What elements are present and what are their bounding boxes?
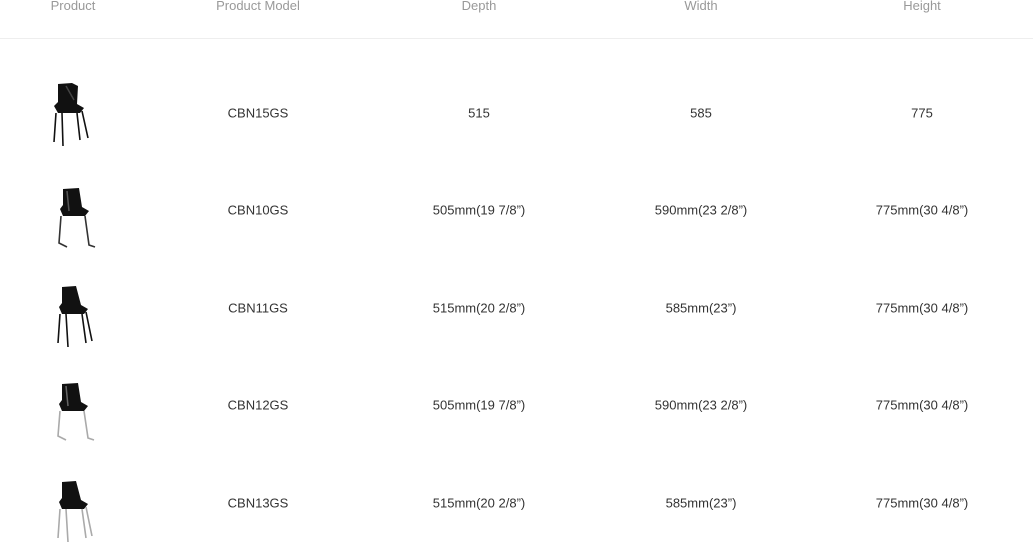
header-height: Height	[903, 0, 941, 13]
chair-four-leg-black-icon[interactable]	[44, 80, 100, 150]
depth-cell: 515mm(20 2/8”)	[432, 300, 526, 316]
width-cell: 585	[690, 105, 712, 121]
chair-four-leg-black-icon[interactable]	[48, 283, 104, 353]
header-width: Width	[684, 0, 718, 13]
table-row: CBN13GS 515mm(20 2/8”) 585mm(23”) 775mm(…	[0, 455, 1033, 551]
height-cell: 775mm(30 4/8”)	[875, 495, 969, 511]
model-cell: CBN15GS	[227, 105, 289, 121]
table-header: Product Product Model Depth Width Height	[0, 0, 1033, 39]
chair-sled-base-chrome-icon[interactable]	[48, 380, 104, 450]
depth-cell: 505mm(19 7/8”)	[432, 202, 526, 218]
chair-four-leg-chrome-icon[interactable]	[48, 478, 104, 548]
model-cell: CBN13GS	[227, 495, 289, 511]
header-product-model: Product Model	[216, 0, 300, 13]
width-cell: 585mm(23”)	[665, 300, 737, 316]
table-row: CBN11GS 515mm(20 2/8”) 585mm(23”) 775mm(…	[0, 260, 1033, 356]
width-cell: 590mm(23 2/8”)	[654, 397, 748, 413]
table-row: CBN12GS 505mm(19 7/8”) 590mm(23 2/8”) 77…	[0, 357, 1033, 453]
header-product: Product	[50, 0, 96, 13]
table-row: CBN10GS 505mm(19 7/8”) 590mm(23 2/8”) 77…	[0, 162, 1033, 258]
depth-cell: 515mm(20 2/8”)	[432, 495, 526, 511]
height-cell: 775mm(30 4/8”)	[875, 397, 969, 413]
depth-cell: 505mm(19 7/8”)	[432, 397, 526, 413]
height-cell: 775mm(30 4/8”)	[875, 300, 969, 316]
height-cell: 775	[911, 105, 933, 121]
model-cell: CBN12GS	[227, 397, 289, 413]
header-depth: Depth	[461, 0, 497, 13]
chair-sled-base-icon[interactable]	[49, 185, 105, 255]
table-row: CBN15GS 515 585 775	[0, 65, 1033, 161]
model-cell: CBN11GS	[228, 300, 288, 316]
width-cell: 585mm(23”)	[665, 495, 737, 511]
width-cell: 590mm(23 2/8”)	[654, 202, 748, 218]
height-cell: 775mm(30 4/8”)	[875, 202, 969, 218]
model-cell: CBN10GS	[227, 202, 289, 218]
depth-cell: 515	[468, 105, 490, 121]
